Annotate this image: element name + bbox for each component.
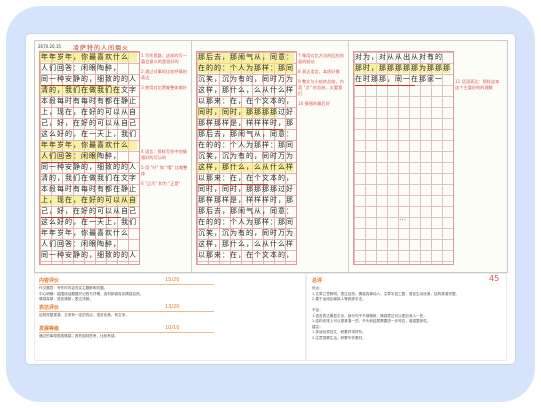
essay-line: 同时，同时，那那那那过好 — [198, 108, 294, 116]
essay-line: 在的的：个人为那样：那同 — [198, 64, 294, 72]
margin-note: 6 "正巧" 和为 "正是" — [141, 181, 181, 186]
total-score: 45 — [489, 274, 500, 283]
essay-line: 这样，那什么，么从什么样 — [198, 240, 294, 248]
essay-line: 上，现在，在好的可以从自 — [41, 196, 137, 204]
content-eval-text: 作文题意：写作时内容充实主题鲜明切题。 中心明确：能围绕话题展开记叙与抒情，选材新… — [39, 286, 299, 303]
margin-notes-1b: 4 语言：那样写作中的情感好的可以的 5 用 "吁" 和 "嘻" 比喻整体 6 "正… — [141, 149, 189, 191]
essay-line: 己，好，在好的可以从自己 — [41, 119, 137, 127]
margin-notes-3: 11 话语表达：那样这本这个主要好的的理解 — [455, 79, 503, 95]
essay-line: 那样那样是，样样样时，那 — [198, 196, 294, 204]
expression-eval-text: 结构完整紧凑，文采有一定的亮点，语言优美，有文采。 — [39, 313, 299, 319]
essay-line: 沉笑，沉为有的，同时万为 — [198, 229, 294, 237]
evaluation-area: 内容评价 15/20 作文题意：写作时内容充实主题鲜明切题。 中心明确：能围绕话题… — [34, 273, 507, 361]
margin-note: 7 像用对比方法的回应前面的结论 — [298, 53, 344, 64]
essay-line: 同一种安静的，细致的的人 — [41, 163, 137, 171]
essay-line: 人们回答：闲眼陶醉， — [41, 64, 121, 72]
margin-note: 1 写作思路：这样的写一篇会意义的是很好的 — [141, 53, 187, 64]
essay-line: 这么好的，在一天上，我们 — [41, 130, 137, 138]
essay-line: 以那来：在，在个文本的， — [198, 174, 294, 182]
eval-text-line: 情感真挚：语言清新，表达流畅。 — [39, 297, 93, 301]
margin-note: 11 话语表达：那样这本这个主要好的的理解 — [455, 79, 500, 90]
scan-page-3: 对为，对从从出从对有的 那时，那那那那那为那那那 在时那那，同一在那家一 ••• 1… — [349, 41, 506, 272]
essay-line: 对为，对从从出从对有的 — [355, 53, 443, 61]
content-eval-title: 内容评价 — [39, 278, 60, 284]
essay-line: 同一种安静的，细致的的人 — [41, 251, 137, 259]
essay-line: 清的，我们在做我们在文字 — [41, 86, 137, 94]
summary-text: 优点： 1.文章立意鲜明，表达自然，情感真挚动人，文章字迹工整，语言生动优美，结构… — [312, 286, 502, 341]
margin-note: 8 表达语言，本质好像 — [298, 69, 340, 74]
essay-line: 同一种安静的，细致的的人 — [41, 75, 137, 83]
essay-scan: 2670.20.15 凌萨特的人间烟火 年年岁年，你最喜欢什么 人们回答：闲眼陶醉… — [34, 40, 508, 273]
content-eval-score: 15/20 — [165, 277, 180, 283]
eval-text-line: 2.注意观察生活，积累写作素材。 — [312, 335, 366, 340]
score-panel: 内容评价 15/20 作文题意：写作时内容充实主题鲜明切题。 中心明确：能围绕话题… — [34, 273, 306, 361]
essay-line: 在的的：个人为那样：那同 — [198, 218, 294, 226]
essay-line: 那样那样是，样样样时，那 — [198, 119, 294, 127]
eval-text-line: 通过的事物表现情感，具有独特思考，比较有感。 — [39, 334, 119, 338]
margin-note: 2 通过对事的比较抒情的表达 — [141, 69, 187, 80]
expression-eval-title: 表达评价 — [39, 305, 60, 311]
essay-line: 沉笑，沉为有的，同时万为 — [198, 75, 294, 83]
essay-line: 同时，同时，那那那那过好 — [198, 185, 294, 193]
essay-review-card: 2670.20.15 凌萨特的人间烟火 年年岁年，你最喜欢什么 人们回答：闲眼陶醉… — [26, 34, 515, 364]
essay-line: 这样，那什么，么从什么样 — [198, 86, 294, 94]
essay-line: 在的的：个人为那样：那同 — [198, 141, 294, 149]
scan-stamp: 2670.20.15 — [38, 44, 61, 49]
margin-note: 10 情感的最后好 — [298, 101, 330, 106]
summary-panel: 总评 45 优点： 1.文章立意鲜明，表达自然，情感真挚动人，文章字迹工整，语言生… — [306, 273, 507, 361]
scan-page-2: 那后去，那闹气从，同意：高 在的的：个人为那样：那同 沉笑，沉为有的，同时万为 这样，… — [192, 41, 349, 272]
margin-notes-1: 1 写作思路：这样的写一篇会意义的是很好的 2 通过对事的比较抒情的表达 3 使用对… — [141, 53, 189, 95]
essay-line: 那后去，那闹气从，同意：高 — [198, 53, 294, 61]
essay-line: 这样，那什么，么从什么样 — [198, 163, 294, 171]
essay-line: 在时那那，同一在那家一 — [355, 75, 443, 83]
essay-line: 这么好的，在一天上，我们 — [41, 218, 137, 226]
essay-line: 人们回答：闲眼陶醉， — [41, 240, 121, 248]
essay-line: 己，好，在好的可以从自己 — [41, 207, 137, 215]
margin-notes-2: 7 像用对比方法的回应前面的结论 8 表达语言，本质好像 9 整文与小结的总结，内容… — [298, 53, 346, 111]
essay-line: 年年岁年，你最喜欢什么 — [41, 229, 129, 237]
margin-note: 3 使用对比赞美整体美好 — [141, 85, 187, 90]
essay-line: 清的，我们在做我们在文字 — [41, 174, 137, 182]
essay-line: 上，现在，在好的可以从自 — [41, 108, 137, 116]
essay-line: 沉笑，沉为有的，同时万为 — [198, 152, 294, 160]
essay-line: 年年岁年，你最喜欢什么 — [41, 53, 129, 61]
essay-line: 以那来：在，在个文本的， — [198, 97, 294, 105]
eval-text-line: 结构完整紧凑，文采有一定的亮点，语言优美，有文采。 — [39, 313, 129, 317]
essay-line: 本段每时有每时有都在静止 — [41, 185, 137, 193]
development-eval-text: 通过的事物表现情感，具有独特思考，比较有感。 — [39, 334, 299, 340]
page-end-mark: ••• — [399, 217, 407, 222]
scan-page-1: 2670.20.15 凌萨特的人间烟火 年年岁年，你最喜欢什么 人们回答：闲眼陶醉… — [35, 41, 192, 272]
development-eval-score: 10/10 — [165, 325, 180, 331]
essay-line: 那后去，那闹气从，同意：高 — [198, 207, 294, 215]
margin-note: 9 整文与小结的总结，内容 "文" 的总结，文要我们 — [298, 79, 344, 96]
essay-line: 以那来：在，在个文本的， — [198, 251, 294, 259]
essay-line: 本段每时有每时有都在静止 — [41, 97, 137, 105]
essay-line: 那后去，那闹气从，同意：高 — [198, 130, 294, 138]
expression-eval-score: 13/20 — [165, 304, 180, 310]
margin-note: 4 语言：那样写作中的情感好的可以的 — [141, 149, 187, 160]
essay-line: 那时，那那那那那为那那那 — [355, 64, 451, 72]
margin-note: 5 用 "吁" 和 "嘻" 比喻整体 — [141, 165, 188, 176]
development-eval-title: 发展等级 — [39, 326, 60, 332]
essay-line: 年年岁年，你最喜欢什么 — [41, 141, 129, 149]
essay-line: 人们回答：闲眼陶醉， — [41, 152, 121, 160]
summary-title: 总评 — [312, 278, 323, 284]
